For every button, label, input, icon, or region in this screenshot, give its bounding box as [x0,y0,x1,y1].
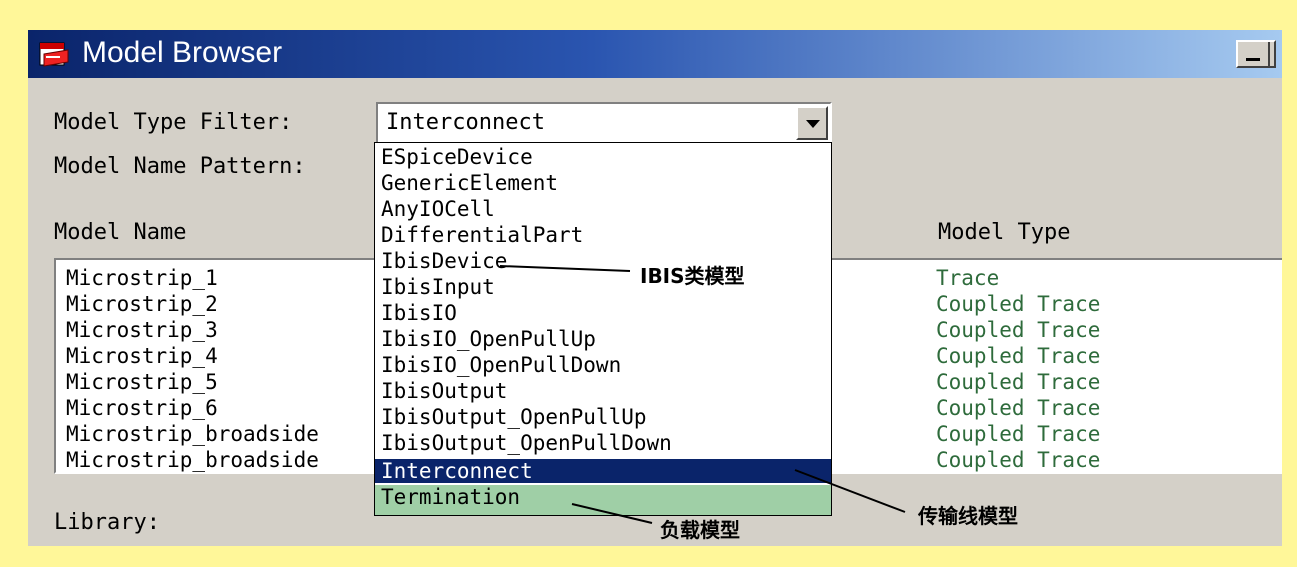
list-item-name[interactable]: Microstrip_4 [66,344,218,370]
title-bar[interactable]: Model Browser [28,30,1282,78]
model-name-pattern-label: Model Name Pattern: [54,154,306,179]
model-type-filter-value: Interconnect [386,110,545,135]
dropdown-option[interactable]: IbisInput [381,275,495,299]
library-label: Library: [54,510,160,535]
dropdown-option[interactable]: AnyIOCell [381,197,495,221]
list-item-type[interactable]: Coupled Trace [936,292,1100,318]
list-item-type[interactable]: Coupled Trace [936,396,1100,422]
list-item-name[interactable]: Microstrip_1 [66,266,218,292]
dropdown-option[interactable]: IbisOutput [381,379,507,403]
list-item-name[interactable]: Microstrip_2 [66,292,218,318]
model-type-filter-combo[interactable]: Interconnect [376,102,832,144]
dropdown-arrow-icon[interactable] [796,106,828,140]
list-item-type[interactable]: Trace [936,266,999,292]
list-item-type[interactable]: Coupled Trace [936,318,1100,344]
dropdown-option[interactable]: DifferentialPart [381,223,583,247]
dropdown-option-selected[interactable]: Interconnect [375,459,831,483]
dropdown-option[interactable]: ESpiceDevice [381,145,533,169]
column-header-model-name[interactable]: Model Name [54,220,186,245]
list-item-type[interactable]: Coupled Trace [936,422,1100,448]
dropdown-option[interactable]: GenericElement [381,171,558,195]
annotation-ibis: IBIS类模型 [640,264,745,288]
list-item-name[interactable]: Microstrip_broadside [66,448,319,472]
list-item-name[interactable]: Microstrip_6 [66,396,218,422]
column-header-model-type[interactable]: Model Type [938,220,1070,245]
list-item-type[interactable]: Coupled Trace [936,448,1100,472]
minimize-button[interactable] [1236,40,1276,68]
list-item-type[interactable]: Coupled Trace [936,370,1100,396]
dropdown-option-highlighted[interactable]: Termination [375,485,831,515]
annotation-load: 负载模型 [660,518,740,542]
annotation-transmission-line: 传输线模型 [918,504,1018,528]
list-item-name[interactable]: Microstrip_broadside [66,422,319,448]
list-item-type[interactable]: Coupled Trace [936,344,1100,370]
model-type-filter-label: Model Type Filter: [54,110,293,135]
list-item-name[interactable]: Microstrip_3 [66,318,218,344]
dropdown-option[interactable]: IbisOutput_OpenPullUp [381,405,647,429]
window-title: Model Browser [82,36,283,69]
model-browser-app-icon [39,42,69,67]
dropdown-option[interactable]: IbisIO [381,301,457,325]
dropdown-option[interactable]: IbisOutput_OpenPullDown [381,431,672,455]
dropdown-option[interactable]: IbisDevice [381,249,507,273]
dropdown-option[interactable]: IbisIO_OpenPullUp [381,327,596,351]
list-item-name[interactable]: Microstrip_5 [66,370,218,396]
model-type-dropdown-list[interactable]: ESpiceDevice GenericElement AnyIOCell Di… [374,142,832,516]
dropdown-option[interactable]: IbisIO_OpenPullDown [381,353,621,377]
minimize-icon [1246,58,1260,61]
